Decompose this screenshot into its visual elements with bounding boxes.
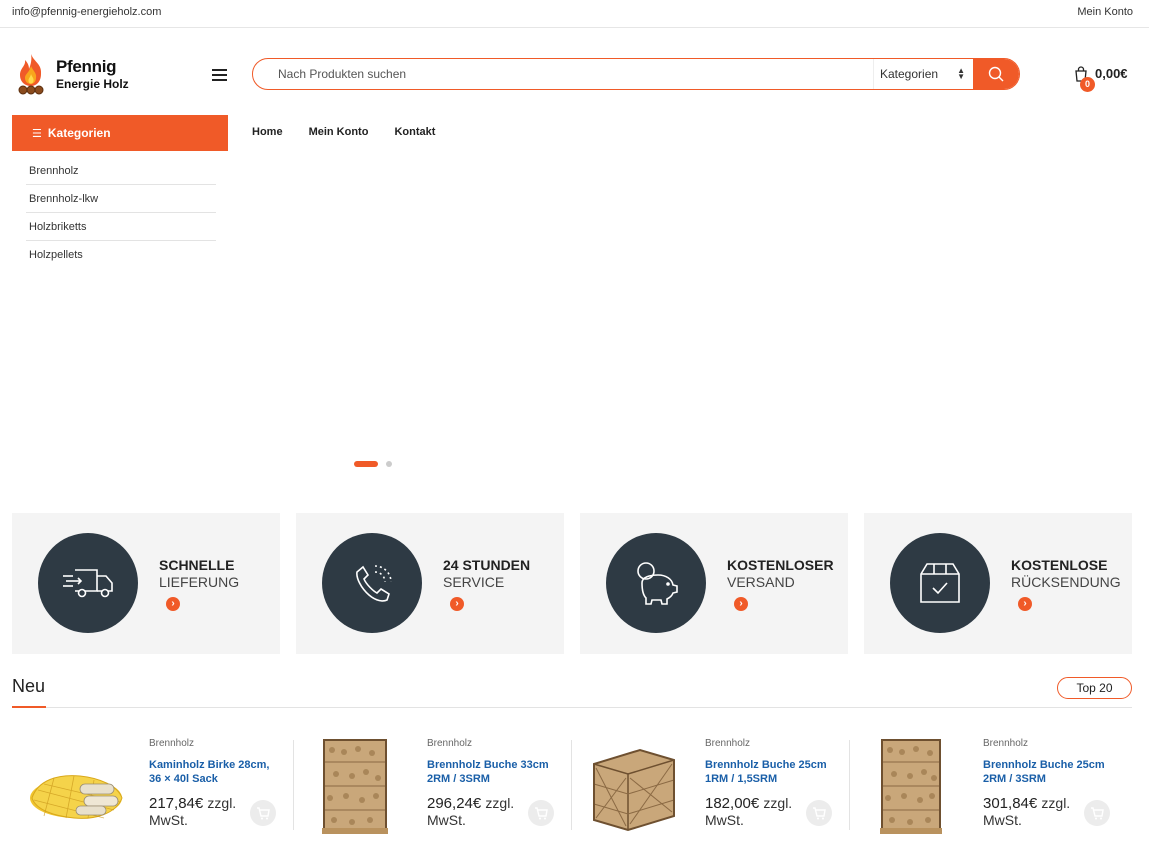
- category-item-brennholz[interactable]: Brennholz: [26, 157, 216, 185]
- search-bar: Kategorien ▲▼: [252, 58, 1020, 90]
- chevron-right-icon[interactable]: ›: [1018, 597, 1032, 611]
- product-image[interactable]: [24, 734, 128, 834]
- cart-count-badge: 0: [1080, 77, 1095, 92]
- slider-pagination: [354, 461, 392, 467]
- add-to-cart-button[interactable]: [806, 800, 832, 826]
- chevron-right-icon[interactable]: ›: [166, 597, 180, 611]
- product-price: 296,24€: [427, 795, 482, 812]
- product-category[interactable]: Brennholz: [705, 738, 750, 749]
- cart-plus-icon: [257, 807, 270, 820]
- product-card: Brennholz Brennholz Buche 25cm 1RM / 1,5…: [568, 730, 850, 840]
- categories-button[interactable]: ☰ Kategorien: [12, 115, 228, 151]
- chevron-right-icon[interactable]: ›: [450, 597, 464, 611]
- product-image[interactable]: [302, 734, 406, 834]
- top-account-link[interactable]: Mein Konto: [1077, 6, 1133, 18]
- cart-plus-icon: [535, 807, 548, 820]
- top-20-button[interactable]: Top 20: [1057, 677, 1132, 699]
- logo-text-line2: Energie Holz: [56, 77, 129, 91]
- nav-home[interactable]: Home: [252, 126, 283, 138]
- nav-mein-konto[interactable]: Mein Konto: [309, 126, 369, 138]
- product-name[interactable]: Kaminholz Birke 28cm, 36 × 40l Sack: [149, 758, 279, 786]
- product-price: 301,84€: [983, 795, 1038, 812]
- logo-text-line1: Pfennig: [56, 57, 117, 76]
- truck-icon: [63, 569, 113, 598]
- feature-title: SCHNELLE: [159, 557, 235, 573]
- box-icon: [920, 563, 960, 603]
- add-to-cart-button[interactable]: [1084, 800, 1110, 826]
- chevron-right-icon[interactable]: ›: [734, 597, 748, 611]
- feature-subtitle: RÜCKSENDUNG: [1011, 574, 1121, 590]
- feature-icon-circle: [322, 533, 422, 633]
- product-name[interactable]: Brennholz Buche 33cm 2RM / 3SRM: [427, 758, 557, 786]
- section-title-underline: [12, 706, 46, 708]
- search-category-select[interactable]: Kategorien ▲ ▼: [873, 59, 973, 89]
- feature-subtitle: LIEFERUNG: [159, 574, 240, 590]
- product-price: 217,84€: [149, 795, 204, 812]
- main-nav: Home Mein Konto Kontakt: [252, 126, 435, 138]
- feature-subtitle: SERVICE: [443, 574, 505, 590]
- add-to-cart-button[interactable]: [528, 800, 554, 826]
- product-category[interactable]: Brennholz: [149, 738, 194, 749]
- feature-title: KOSTENLOSE: [1011, 557, 1108, 573]
- product-card: Brennholz Kaminholz Birke 28cm, 36 × 40l…: [12, 730, 294, 840]
- feature-icon-circle: [606, 533, 706, 633]
- search-icon: [988, 66, 1004, 82]
- search-category-label: Kategorien: [880, 67, 939, 81]
- add-to-cart-button[interactable]: [250, 800, 276, 826]
- top-bar: info@pfennig-energieholz.com Mein Konto: [0, 0, 1149, 28]
- feature-shipping: KOSTENLOSER VERSAND ›: [580, 513, 848, 654]
- product-card: Brennholz Brennholz Buche 33cm 2RM / 3SR…: [290, 730, 572, 840]
- feature-icon-circle: [38, 533, 138, 633]
- product-name[interactable]: Brennholz Buche 25cm 1RM / 1,5SRM: [705, 758, 835, 786]
- category-item-holzpellets[interactable]: Holzpellets: [26, 241, 216, 269]
- flame-logo-icon: [18, 54, 44, 95]
- product-image[interactable]: [858, 734, 962, 834]
- cart-total: 0,00€: [1095, 66, 1128, 81]
- search-input[interactable]: [253, 59, 873, 89]
- search-button[interactable]: [973, 59, 1019, 89]
- category-list: Brennholz Brennholz-lkw Holzbriketts Hol…: [26, 157, 216, 269]
- feature-delivery: SCHNELLE LIEFERUNG ›: [12, 513, 280, 654]
- feature-returns: KOSTENLOSE RÜCKSENDUNG ›: [864, 513, 1132, 654]
- product-category[interactable]: Brennholz: [427, 738, 472, 749]
- product-price: 182,00€: [705, 795, 760, 812]
- section-title: Neu: [12, 676, 46, 696]
- feature-icon-circle: [890, 533, 990, 633]
- product-image[interactable]: [580, 734, 684, 834]
- site-logo[interactable]: Pfennig Energie Holz: [14, 52, 144, 96]
- mini-cart[interactable]: 0 0,00€: [1074, 64, 1144, 94]
- phone-icon: [356, 565, 392, 602]
- piggy-bank-icon: [637, 562, 678, 605]
- slider-dot-1[interactable]: [354, 461, 378, 467]
- cart-plus-icon: [1091, 807, 1104, 820]
- product-card: Brennholz Brennholz Buche 25cm 2RM / 3SR…: [846, 730, 1124, 840]
- nav-kontakt[interactable]: Kontakt: [394, 126, 435, 138]
- categories-button-label: Kategorien: [47, 126, 111, 140]
- feature-subtitle: VERSAND: [727, 574, 795, 590]
- list-icon: ☰: [32, 127, 42, 140]
- feature-title: KOSTENLOSER: [727, 557, 834, 573]
- contact-email[interactable]: info@pfennig-energieholz.com: [12, 6, 161, 18]
- category-item-holzbriketts[interactable]: Holzbriketts: [26, 213, 216, 241]
- feature-title: 24 STUNDEN: [443, 557, 531, 573]
- feature-service: 24 STUNDEN SERVICE ›: [296, 513, 564, 654]
- menu-toggle-icon[interactable]: [212, 69, 227, 81]
- select-arrows-icon: ▲ ▼: [957, 66, 965, 81]
- section-divider: [12, 707, 1132, 708]
- slider-dot-2[interactable]: [386, 461, 392, 467]
- product-name[interactable]: Brennholz Buche 25cm 2RM / 3SRM: [983, 758, 1113, 786]
- category-item-brennholz-lkw[interactable]: Brennholz-lkw: [26, 185, 216, 213]
- cart-plus-icon: [813, 807, 826, 820]
- product-category[interactable]: Brennholz: [983, 738, 1028, 749]
